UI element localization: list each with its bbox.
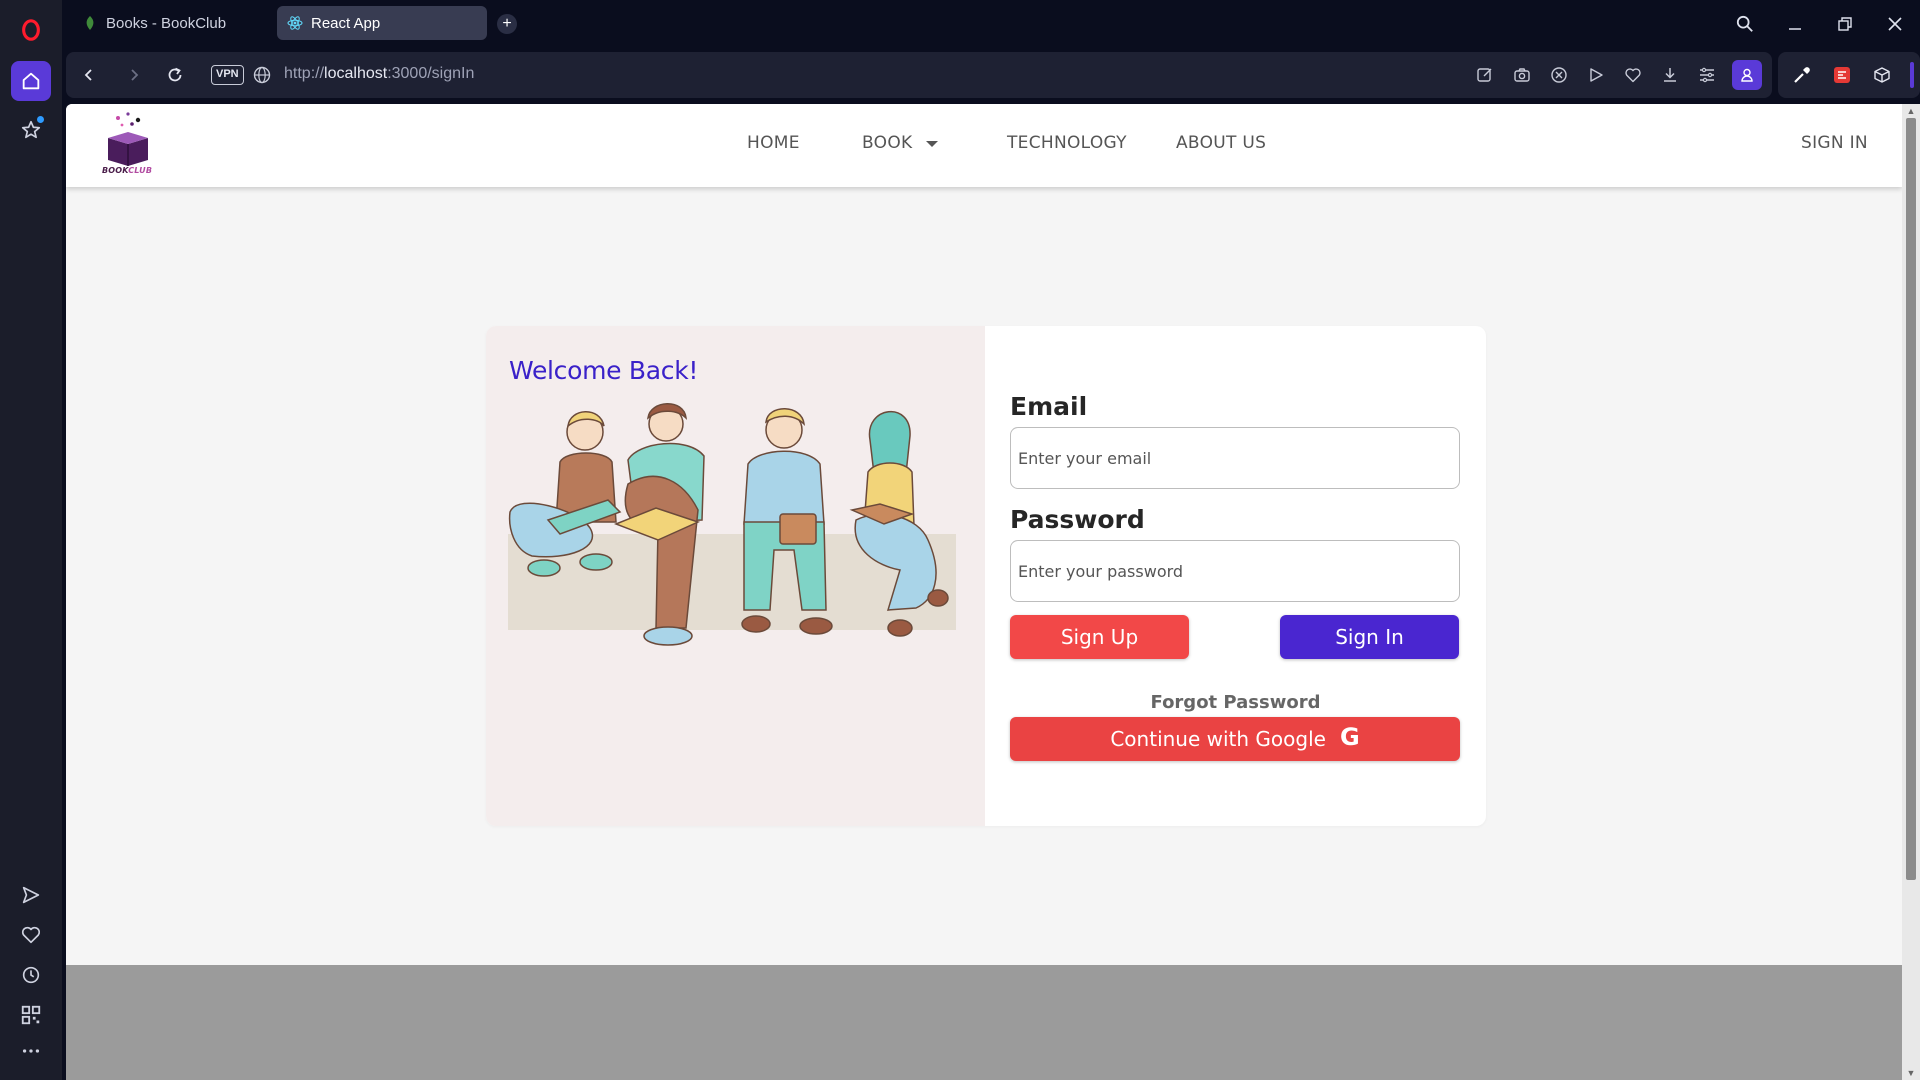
opera-logo-icon[interactable] (11, 10, 51, 50)
url-host: localhost (324, 65, 388, 82)
tab-strip: Books - BookClub React App + (62, 0, 1920, 48)
url-field[interactable]: http://localhost:3000/signIn (284, 65, 474, 83)
color-picker-icon[interactable] (1790, 63, 1814, 87)
password-label: Password (1010, 505, 1145, 534)
sidebar-accent (1910, 62, 1914, 88)
page-viewport: BOOKCLUB HOME BOOK TECHNOLOGY ABOUT US S… (66, 104, 1902, 1080)
brand-word-club: CLUB (128, 166, 153, 175)
nav-book-dropdown[interactable]: BOOK (862, 133, 912, 153)
play-icon[interactable] (1584, 63, 1608, 87)
bookmark-heart-icon[interactable] (1621, 63, 1645, 87)
extension-red-icon[interactable] (1830, 63, 1854, 87)
window-controls (1720, 0, 1920, 48)
brand-word-book: BOOK (102, 166, 129, 175)
url-scheme: http:// (284, 65, 325, 82)
download-icon[interactable] (1658, 63, 1682, 87)
forward-arrow-icon[interactable] (123, 64, 145, 86)
signin-form: Email Password Sign Up Sign In Forgot Pa… (985, 326, 1486, 826)
send-icon[interactable] (11, 875, 51, 915)
scrollbar-thumb[interactable] (1906, 118, 1916, 880)
google-button-label: Continue with Google (1110, 727, 1326, 751)
qr-code-icon[interactable] (11, 995, 51, 1035)
google-icon: G (1339, 723, 1360, 751)
extensions-cube-icon[interactable] (1870, 63, 1894, 87)
tab-books-bookclub[interactable]: Books - BookClub (72, 6, 272, 40)
tab-title: Books - BookClub (106, 14, 227, 32)
easy-setup-icon[interactable] (1695, 63, 1719, 87)
nav-signin-link[interactable]: SIGN IN (1801, 133, 1868, 153)
nav-about-link[interactable]: ABOUT US (1176, 133, 1266, 153)
forgot-password-link[interactable]: Forgot Password (985, 692, 1486, 713)
pinboard-star-icon[interactable] (11, 110, 51, 150)
app-navbar: BOOKCLUB HOME BOOK TECHNOLOGY ABOUT US S… (66, 104, 1902, 187)
email-label: Email (1010, 392, 1088, 421)
address-bar: VPN http://localhost:3000/signIn (66, 52, 1772, 98)
page-footer (66, 965, 1902, 1080)
profile-icon[interactable] (1732, 60, 1762, 90)
tab-title: React App (311, 14, 381, 32)
react-favicon-icon (287, 15, 303, 31)
extensions-bar (1778, 52, 1920, 98)
back-arrow-icon[interactable] (78, 64, 100, 86)
welcome-panel: Welcome Back! (486, 326, 985, 826)
restore-icon[interactable] (1820, 0, 1870, 48)
chevron-down-icon[interactable] (926, 141, 938, 147)
welcome-heading: Welcome Back! (509, 356, 699, 385)
password-field[interactable] (1010, 540, 1460, 602)
scroll-down-arrow-icon[interactable]: ▼ (1905, 1068, 1917, 1078)
page-scrollbar[interactable]: ▲ ▼ (1902, 104, 1920, 1080)
camera-icon[interactable] (1510, 63, 1534, 87)
scroll-up-arrow-icon[interactable]: ▲ (1905, 106, 1917, 116)
people-reading-illustration (508, 403, 956, 646)
site-info-globe-icon[interactable] (252, 65, 272, 85)
tab-react-app[interactable]: React App (277, 6, 487, 40)
toolbar-icons (1473, 52, 1762, 98)
email-field[interactable] (1010, 427, 1460, 489)
more-options-icon[interactable] (11, 1031, 51, 1071)
brand-wordmark: BOOKCLUB (102, 166, 152, 175)
sign-up-button[interactable]: Sign Up (1010, 615, 1189, 659)
search-tabs-icon[interactable] (1720, 0, 1770, 48)
continue-with-google-button[interactable]: Continue with Google G (1010, 717, 1460, 761)
new-tab-button[interactable]: + (497, 14, 517, 34)
vpn-badge[interactable]: VPN (211, 65, 244, 85)
bookclub-favicon-icon (82, 15, 98, 31)
sign-in-button[interactable]: Sign In (1280, 615, 1459, 659)
browser-sidebar (0, 0, 62, 1080)
ad-blocker-icon[interactable] (1547, 63, 1571, 87)
signin-card: Welcome Back! Email Enter your email Pas… (486, 326, 1486, 826)
reload-icon[interactable] (164, 64, 186, 86)
heart-icon[interactable] (11, 915, 51, 955)
history-clock-icon[interactable] (11, 955, 51, 995)
url-path: :3000/signIn (387, 65, 475, 82)
nav-technology-link[interactable]: TECHNOLOGY (1007, 133, 1127, 153)
notification-dot (37, 116, 44, 123)
close-icon[interactable] (1870, 0, 1920, 48)
nav-home-link[interactable]: HOME (747, 133, 800, 153)
home-icon[interactable] (11, 61, 51, 101)
snapshot-edit-icon[interactable] (1473, 63, 1497, 87)
minimize-icon[interactable] (1770, 0, 1820, 48)
